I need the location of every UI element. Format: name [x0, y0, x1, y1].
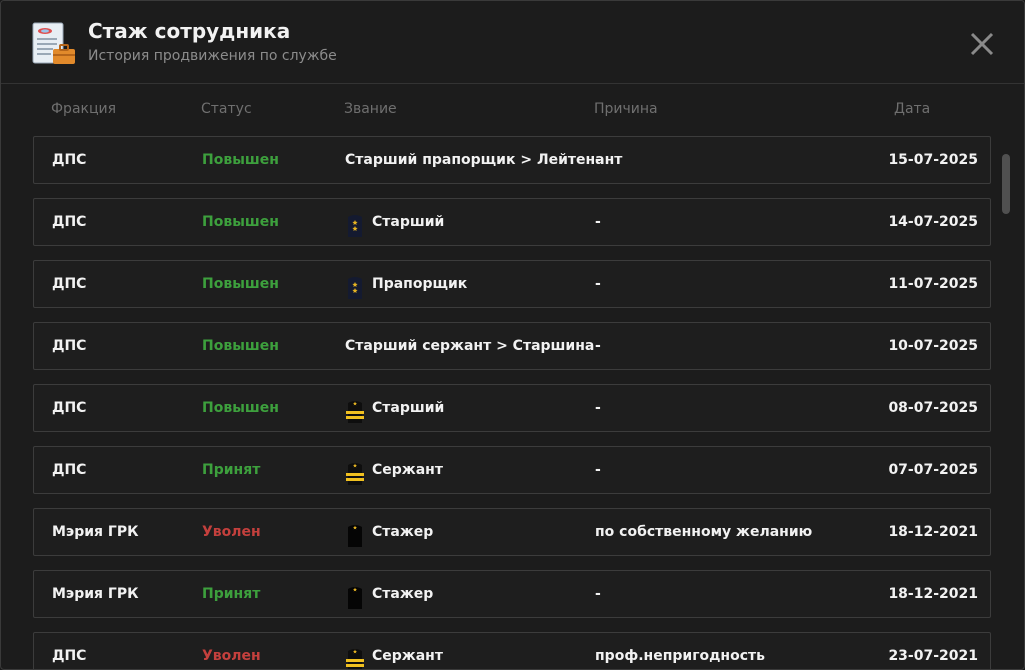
- faction-cell: ДПС: [52, 648, 87, 664]
- table-row[interactable]: ДПС Повышен Старший прапорщик > Лейтенант -…: [33, 136, 991, 184]
- status-cell: Принят: [202, 462, 261, 478]
- faction-cell: ДПС: [52, 152, 87, 168]
- rank-cell: Сержант: [345, 447, 443, 493]
- reason-cell: -: [595, 462, 601, 478]
- date-cell: 11-07-2025: [888, 276, 978, 292]
- table-row[interactable]: ДПС Уволен Сержант проф.непригодность 23-07-…: [33, 632, 991, 669]
- table-row[interactable]: Мэрия ГРК Уволен Стажер по собственному жел…: [33, 508, 991, 556]
- rank-cell: Старший: [345, 199, 444, 245]
- date-cell: 18-12-2021: [888, 524, 978, 540]
- document-briefcase-icon: [31, 21, 77, 67]
- scrollbar-track[interactable]: [1001, 151, 1010, 651]
- rank-label: Стажер: [372, 524, 434, 540]
- rank-label: Прапорщик: [372, 276, 468, 292]
- table-row[interactable]: ДПС Повышен Прапорщик - 11-07-2025: [33, 260, 991, 308]
- epaulette-icon: [345, 210, 365, 237]
- table-header: Фракция Статус Звание Причина Дата: [1, 101, 1001, 121]
- status-cell: Повышен: [202, 276, 279, 292]
- faction-cell: Мэрия ГРК: [52, 586, 139, 602]
- close-icon[interactable]: [967, 29, 997, 59]
- reason-cell: -: [595, 400, 601, 416]
- window-header: Стаж сотрудника История продвижения по с…: [1, 1, 1024, 84]
- date-cell: 08-07-2025: [888, 400, 978, 416]
- status-cell: Уволен: [202, 524, 261, 540]
- status-cell: Повышен: [202, 400, 279, 416]
- table-row[interactable]: ДПС Повышен Старший - 08-07-2025: [33, 384, 991, 432]
- table-row[interactable]: Мэрия ГРК Принят Стажер - 18-12-2021: [33, 570, 991, 618]
- epaulette-icon: [345, 582, 365, 609]
- column-reason[interactable]: Причина: [594, 101, 658, 117]
- column-faction[interactable]: Фракция: [51, 101, 116, 117]
- rank-cell: Стажер: [345, 571, 433, 617]
- table-row[interactable]: ДПС Принят Сержант - 07-07-2025: [33, 446, 991, 494]
- rank-cell: Старший сержант > Старшина: [345, 323, 594, 369]
- rank-label: Старший: [372, 400, 445, 416]
- epaulette-icon: [345, 644, 365, 669]
- epaulette-icon: [345, 396, 365, 423]
- rank-label: Старший сержант > Старшина: [345, 338, 595, 354]
- rank-label: Старший прапорщик > Лейтенант: [345, 152, 623, 168]
- rank-label: Сержант: [372, 648, 443, 664]
- reason-cell: проф.непригодность: [595, 648, 765, 664]
- rank-label: Сержант: [372, 462, 443, 478]
- rank-label: Старший: [372, 214, 445, 230]
- reason-cell: -: [595, 276, 601, 292]
- status-cell: Повышен: [202, 152, 279, 168]
- rank-cell: Старший: [345, 385, 444, 431]
- faction-cell: ДПС: [52, 462, 87, 478]
- table-row[interactable]: ДПС Повышен Старший - 14-07-2025: [33, 198, 991, 246]
- reason-cell: -: [595, 214, 601, 230]
- window-subtitle: История продвижения по службе: [88, 48, 337, 64]
- history-list: ДПС Повышен Старший прапорщик > Лейтенант -…: [33, 136, 991, 669]
- rank-cell: Прапорщик: [345, 261, 467, 307]
- column-rank[interactable]: Звание: [344, 101, 397, 117]
- faction-cell: ДПС: [52, 338, 87, 354]
- status-cell: Повышен: [202, 338, 279, 354]
- reason-cell: -: [595, 152, 601, 168]
- column-date[interactable]: Дата: [894, 101, 930, 117]
- epaulette-icon: [345, 520, 365, 547]
- rank-cell: Стажер: [345, 509, 433, 555]
- window-title: Стаж сотрудника: [88, 19, 291, 43]
- reason-cell: по собственному желанию: [595, 524, 813, 540]
- faction-cell: ДПС: [52, 276, 87, 292]
- rank-cell: Старший прапорщик > Лейтенант: [345, 137, 622, 183]
- status-cell: Принят: [202, 586, 261, 602]
- date-cell: 07-07-2025: [888, 462, 978, 478]
- table-row[interactable]: ДПС Повышен Старший сержант > Старшина - 10-…: [33, 322, 991, 370]
- date-cell: 10-07-2025: [888, 338, 978, 354]
- faction-cell: ДПС: [52, 214, 87, 230]
- column-status[interactable]: Статус: [201, 101, 252, 117]
- faction-cell: Мэрия ГРК: [52, 524, 139, 540]
- status-cell: Уволен: [202, 648, 261, 664]
- reason-cell: -: [595, 338, 601, 354]
- scrollbar-thumb[interactable]: [1002, 154, 1010, 214]
- seniority-window: Стаж сотрудника История продвижения по с…: [0, 0, 1025, 670]
- reason-cell: -: [595, 586, 601, 602]
- faction-cell: ДПС: [52, 400, 87, 416]
- date-cell: 14-07-2025: [888, 214, 978, 230]
- rank-label: Стажер: [372, 586, 434, 602]
- status-cell: Повышен: [202, 214, 279, 230]
- date-cell: 18-12-2021: [888, 586, 978, 602]
- date-cell: 15-07-2025: [888, 152, 978, 168]
- epaulette-icon: [345, 458, 365, 485]
- rank-cell: Сержант: [345, 633, 443, 669]
- epaulette-icon: [345, 272, 365, 299]
- date-cell: 23-07-2021: [888, 648, 978, 664]
